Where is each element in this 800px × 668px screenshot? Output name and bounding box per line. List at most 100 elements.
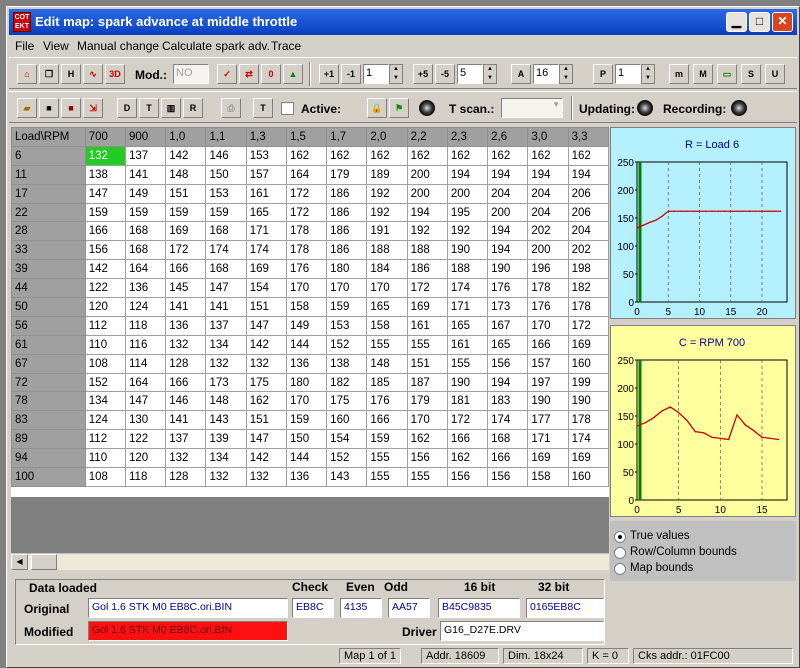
s-icon[interactable]: S — [741, 64, 761, 84]
table-cell[interactable]: 136 — [165, 315, 207, 336]
table-cell[interactable]: 153 — [205, 183, 247, 204]
table-cell[interactable]: 169 — [406, 297, 448, 317]
row-header[interactable]: 100 — [11, 467, 86, 487]
menu-trace[interactable]: Trace — [271, 39, 301, 53]
spinner-3[interactable]: ▲ ▼ — [559, 64, 573, 84]
table-cell[interactable]: 145 — [165, 278, 207, 299]
table-cell[interactable]: 155 — [366, 448, 408, 469]
table-cell[interactable]: 168 — [124, 221, 167, 242]
tscan-select[interactable]: ▼ — [501, 98, 563, 118]
table-cell[interactable]: 138 — [326, 353, 368, 374]
table-cell[interactable]: 132 — [245, 467, 287, 487]
table-cell[interactable]: 200 — [406, 183, 448, 204]
home-icon[interactable]: ⌂ — [17, 64, 37, 84]
table-cell[interactable]: 158 — [366, 315, 408, 336]
step-field-4[interactable]: 1 — [615, 64, 641, 84]
table-cell[interactable]: 124 — [84, 410, 127, 431]
table-cell[interactable]: 170 — [366, 278, 408, 299]
table-cell[interactable]: 118 — [124, 467, 167, 487]
u-icon[interactable]: U — [765, 64, 785, 84]
table-cell[interactable]: 188 — [406, 240, 448, 261]
table-cell[interactable]: 160 — [326, 410, 368, 431]
table-cell[interactable]: 159 — [326, 297, 368, 317]
lock-icon[interactable]: 🔒 — [367, 98, 387, 118]
table-cell[interactable]: 159 — [366, 429, 408, 450]
table-cell[interactable]: 156 — [406, 448, 448, 469]
graph-icon[interactable]: ∿ — [83, 64, 103, 84]
table-cell[interactable]: 165 — [245, 202, 287, 223]
table-cell[interactable]: 114 — [124, 353, 167, 374]
table-cell[interactable]: 169 — [527, 448, 569, 469]
minimize-button[interactable]: ▁ — [726, 12, 747, 32]
row-header[interactable]: 11 — [11, 164, 86, 185]
table-cell[interactable]: 190 — [446, 240, 489, 261]
table-cell[interactable]: 194 — [487, 221, 529, 242]
table-cell[interactable]: 150 — [285, 429, 328, 450]
open-folder-icon[interactable]: ▰ — [17, 98, 37, 118]
table-cell[interactable]: 112 — [84, 315, 127, 336]
table-cell[interactable]: 200 — [406, 164, 448, 185]
table-cell[interactable]: 170 — [285, 278, 328, 299]
swap-icon[interactable]: ⇄ — [239, 64, 259, 84]
table-cell[interactable]: 149 — [124, 183, 167, 204]
table-cell[interactable]: 194 — [527, 164, 569, 185]
table-cell[interactable]: 204 — [527, 202, 569, 223]
export-icon[interactable]: ⇲ — [83, 98, 103, 118]
map-grid[interactable]: Load\RPM 700 900 1,0 1,1 1,3 1,5 1,7 2,0 2,2 2,3 2,… — [11, 127, 609, 487]
table-cell[interactable]: 186 — [326, 221, 368, 242]
row-header[interactable]: 39 — [11, 259, 86, 280]
table-cell[interactable]: 172 — [446, 410, 489, 431]
table-cell[interactable]: 159 — [124, 202, 167, 223]
table-cell[interactable]: 204 — [487, 183, 529, 204]
table-cell[interactable]: 156 — [84, 240, 127, 261]
table-cell[interactable]: 189 — [366, 164, 408, 185]
table-cell[interactable]: 192 — [366, 202, 408, 223]
row-header[interactable]: 6 — [11, 145, 86, 166]
table-cell[interactable]: 142 — [245, 334, 287, 355]
table-cell[interactable]: 146 — [165, 391, 207, 412]
table-cell[interactable]: 112 — [84, 429, 127, 450]
table-cell[interactable]: 194 — [487, 240, 529, 261]
plus-five-icon[interactable]: +5 — [413, 64, 433, 84]
table-cell[interactable]: 172 — [406, 278, 448, 299]
table-cell[interactable]: 158 — [285, 297, 328, 317]
minus-one-icon[interactable]: -1 — [341, 64, 361, 84]
maximize-button[interactable]: □ — [749, 12, 770, 32]
table-cell[interactable]: 162 — [567, 145, 609, 166]
t-icon[interactable]: T — [139, 98, 159, 118]
table-cell[interactable]: 154 — [245, 278, 287, 299]
column-header[interactable]: 1,1 — [205, 127, 247, 147]
row-header[interactable]: 17 — [11, 183, 86, 204]
column-header[interactable]: 2,3 — [446, 127, 489, 147]
table-cell[interactable]: 186 — [326, 202, 368, 223]
table-cell[interactable]: 178 — [285, 221, 328, 242]
table-cell[interactable]: 152 — [84, 372, 127, 393]
table-cell[interactable]: 178 — [567, 410, 609, 431]
table-cell[interactable]: 122 — [84, 278, 127, 299]
table-cell[interactable]: 159 — [84, 202, 127, 223]
table-cell[interactable]: 159 — [165, 202, 207, 223]
row-header[interactable]: 89 — [11, 429, 86, 450]
table-cell[interactable]: 190 — [567, 391, 609, 412]
table-cell[interactable]: 190 — [527, 391, 569, 412]
table-cell[interactable]: 166 — [84, 221, 127, 242]
table-cell[interactable]: 132 — [205, 467, 247, 487]
table-cell[interactable]: 194 — [487, 372, 529, 393]
table-cell[interactable]: 174 — [487, 410, 529, 431]
table-cell[interactable]: 180 — [285, 372, 328, 393]
table-cell[interactable]: 194 — [567, 164, 609, 185]
table-cell[interactable]: 204 — [527, 183, 569, 204]
r-icon[interactable]: R — [183, 98, 203, 118]
table-cell[interactable]: 166 — [366, 410, 408, 431]
table-cell[interactable]: 161 — [245, 183, 287, 204]
table-cell[interactable]: 175 — [245, 372, 287, 393]
table-cell[interactable]: 161 — [406, 315, 448, 336]
table-cell[interactable]: 173 — [487, 297, 529, 317]
table-cell[interactable]: 143 — [205, 410, 247, 431]
table-cell[interactable]: 169 — [165, 221, 207, 242]
table-cell[interactable]: 164 — [124, 259, 167, 280]
table-cell[interactable]: 150 — [205, 164, 247, 185]
table-cell[interactable]: 177 — [527, 410, 569, 431]
column-header[interactable]: 3,0 — [527, 127, 569, 147]
plus-one-icon[interactable]: +1 — [319, 64, 339, 84]
